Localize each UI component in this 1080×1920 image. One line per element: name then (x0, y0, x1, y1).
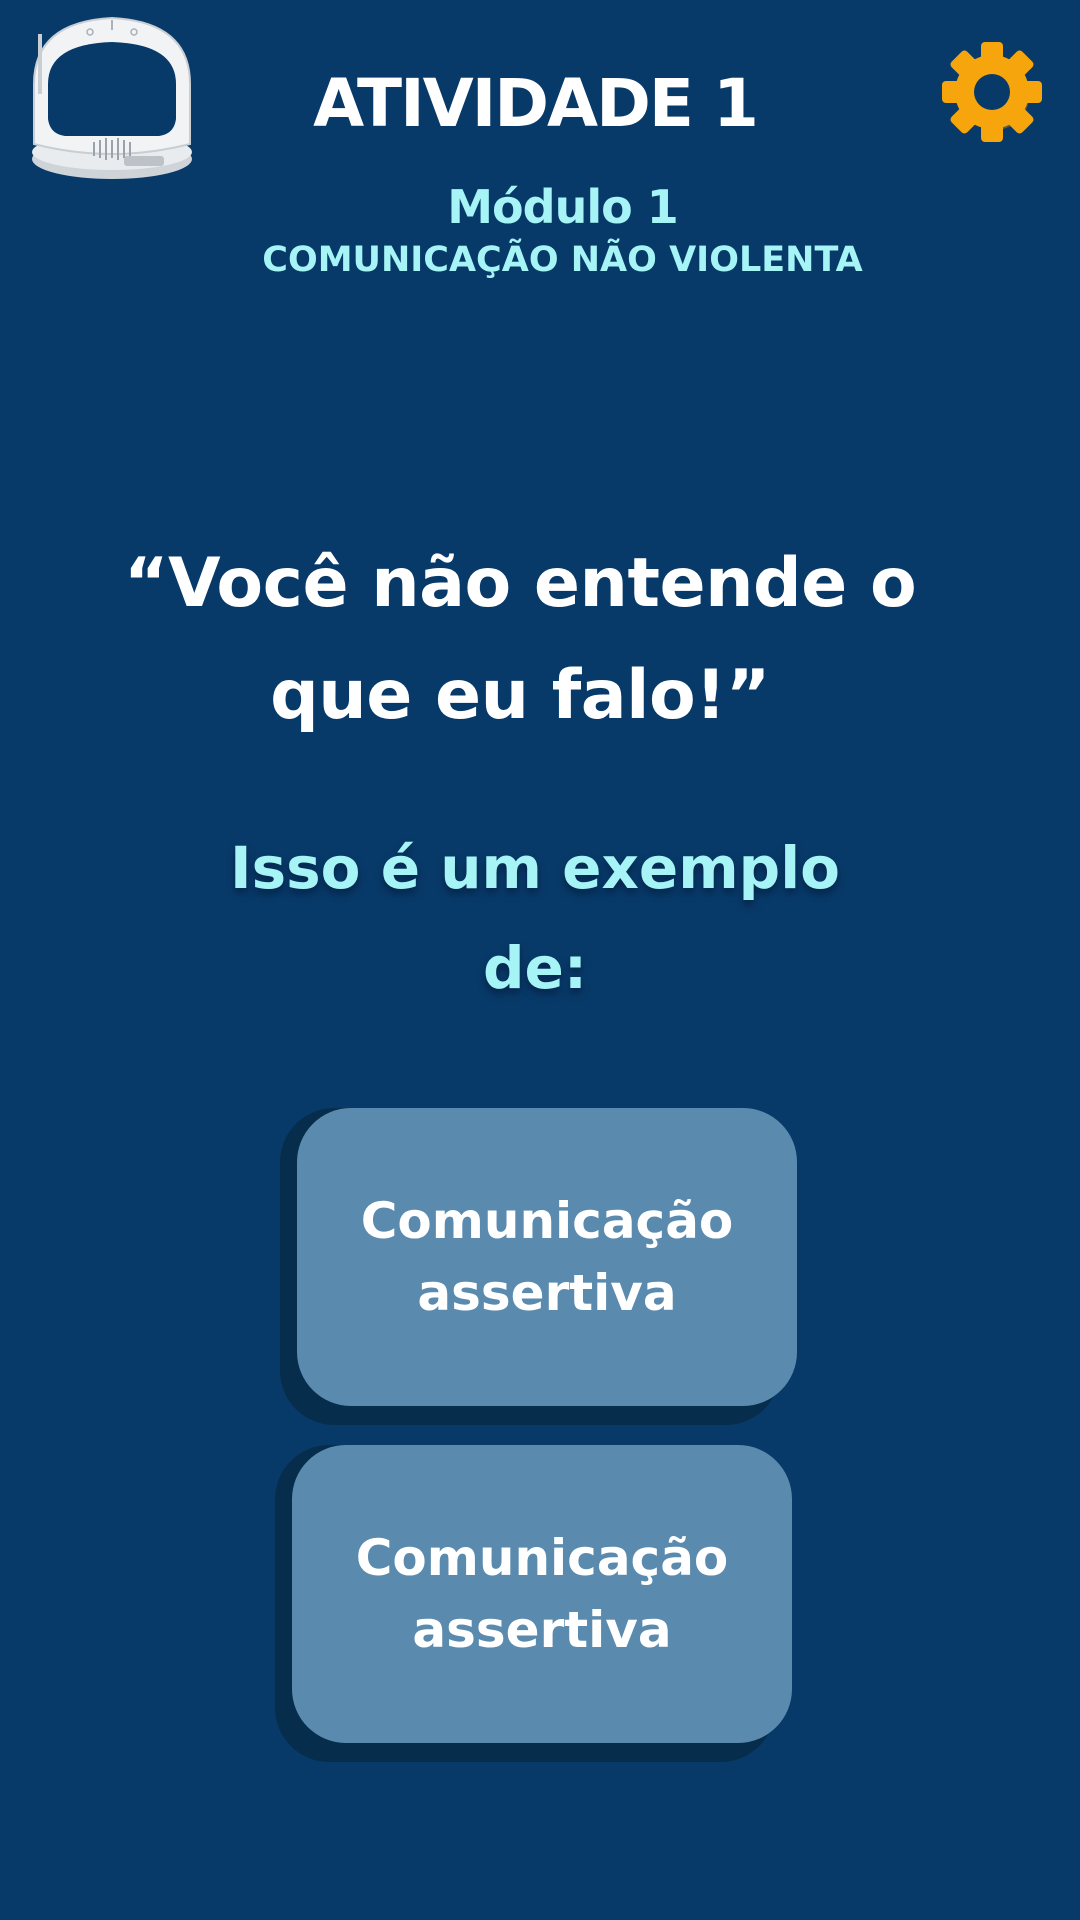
gear-icon (942, 42, 1042, 142)
answer-label: Comunicação assertiva (360, 1192, 734, 1322)
page-title: ATIVIDADE 1 (313, 65, 759, 142)
answer-button[interactable]: Comunicação assertiva (297, 1108, 797, 1406)
question-quote: “Você não entende o que eu falo!” (123, 544, 917, 735)
module-name: Módulo 1 (447, 180, 678, 234)
answer-option-1: Comunicação assertiva (280, 1108, 797, 1425)
settings-button[interactable] (940, 38, 1044, 142)
module-subtitle: COMUNICAÇÃO NÃO VIOLENTA (262, 240, 863, 280)
answer-option-2: Comunicação assertiva (275, 1445, 792, 1762)
question-prompt: Isso é um exemplo de: (230, 834, 840, 1002)
answer-label: Comunicação assertiva (355, 1529, 729, 1659)
answer-button[interactable]: Comunicação assertiva (292, 1445, 792, 1743)
